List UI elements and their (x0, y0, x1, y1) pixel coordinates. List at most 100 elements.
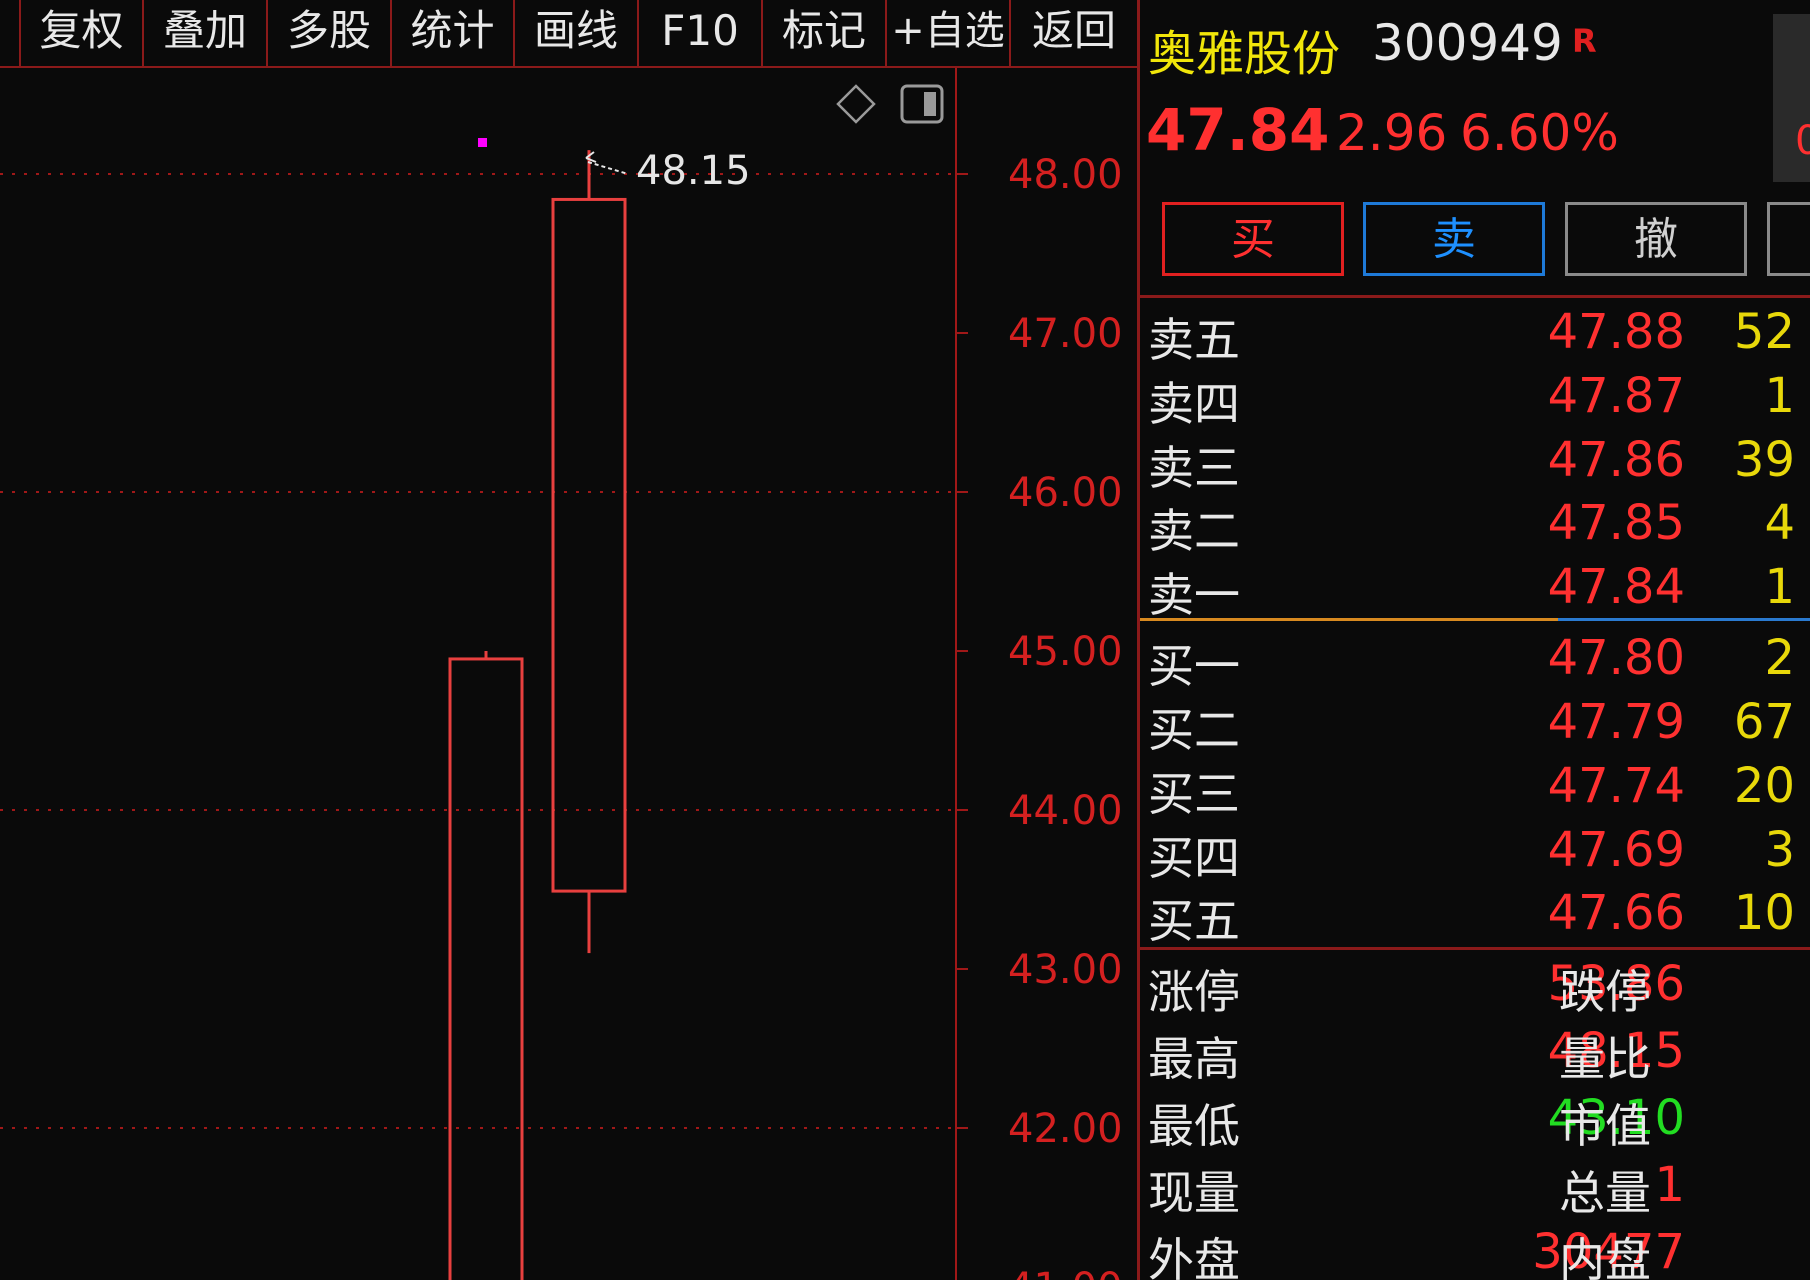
more-actions-button[interactable] (1767, 202, 1810, 276)
stock-flag-badge: R (1572, 22, 1597, 60)
candlestick-chart[interactable]: 48.00 47.00 46.00 45.00 44.00 43.00 42.00 41.00… (0, 68, 1137, 1280)
grid-lines (0, 173, 956, 1129)
stats-top-divider (1140, 947, 1810, 950)
ask-volume: 52 (1733, 304, 1795, 360)
bid-volume: 2 (1764, 630, 1795, 686)
stat-label-secondary: 跌停 (1559, 965, 1651, 1019)
bid-label: 买三 (1148, 767, 1240, 821)
ask-volume: 1 (1764, 559, 1795, 615)
toolbar-back-button[interactable]: 返回 (1011, 0, 1137, 66)
candle-body (551, 197, 627, 893)
bid-label: 买一 (1148, 639, 1240, 693)
ask-row[interactable]: 卖四 47.87 1 (1140, 364, 1810, 431)
signal-marker (478, 138, 487, 147)
last-price: 47.84 (1146, 96, 1330, 164)
spread-divider-left (1140, 618, 1558, 621)
sell-button[interactable]: 卖 (1363, 202, 1545, 276)
stat-label-secondary: 量比 (1559, 1032, 1651, 1086)
candle (448, 651, 524, 1280)
stock-code: 300949 (1372, 14, 1563, 72)
price-axis-ticks: 48.00 47.00 46.00 45.00 44.00 43.00 42.00 41.00 (956, 152, 1123, 1280)
toolbar-f10-button[interactable]: F10 (639, 0, 763, 66)
ask-price: 47.84 (1547, 559, 1685, 615)
ask-price: 47.88 (1547, 304, 1685, 360)
diamond-icon[interactable] (836, 84, 876, 124)
buy-button[interactable]: 买 (1162, 202, 1344, 276)
bid-label: 买五 (1148, 894, 1240, 948)
stock-trading-app: 复权 叠加 多股 统计 画线 F10 标记 +自选 返回 48.00 47.00 4… (0, 0, 1810, 1280)
chart-canvas: 48.00 47.00 46.00 45.00 44.00 43.00 42.00 41.00… (0, 68, 1123, 1280)
candles (448, 150, 627, 1280)
ask-label: 卖一 (1148, 568, 1240, 622)
toolbar-add-watchlist-button[interactable]: +自选 (887, 0, 1011, 66)
candle-body (448, 657, 524, 1280)
ask-volume: 4 (1764, 495, 1795, 551)
price-tick-label: 44.00 (1008, 788, 1123, 834)
toolbar-statistics-button[interactable]: 统计 (392, 0, 515, 66)
ask-row[interactable]: 卖五 47.88 52 (1140, 300, 1810, 367)
stock-name: 奥雅股份 (1148, 26, 1341, 82)
bid-row[interactable]: 买三 47.74 20 (1140, 754, 1810, 821)
toolbar-overlay-button[interactable]: 叠加 (144, 0, 268, 66)
stat-label: 涨停 (1148, 965, 1240, 1019)
bid-row[interactable]: 买二 47.79 67 (1140, 690, 1810, 757)
bid-volume: 67 (1733, 694, 1795, 750)
bid-price: 47.80 (1547, 630, 1685, 686)
bid-row[interactable]: 买一 47.80 2 (1140, 626, 1810, 693)
bid-volume: 20 (1733, 758, 1795, 814)
ask-row[interactable]: 卖二 47.85 4 (1140, 491, 1810, 558)
spread-divider-right (1558, 618, 1810, 621)
toolbar-multi-stock-button[interactable]: 多股 (268, 0, 392, 66)
book-top-divider (1140, 295, 1810, 298)
ask-label: 卖二 (1148, 504, 1240, 558)
ask-volume: 1 (1764, 368, 1795, 424)
ask-price: 47.85 (1547, 495, 1685, 551)
price-change-percent: 6.60% (1460, 104, 1619, 162)
bid-row[interactable]: 买五 47.66 10 (1140, 881, 1810, 948)
ask-volume: 39 (1733, 432, 1795, 488)
stat-row: 最高 48.15 量比 (1140, 1019, 1810, 1086)
ask-row[interactable]: 卖三 47.86 39 (1140, 428, 1810, 495)
bid-price: 47.74 (1547, 758, 1685, 814)
ask-price: 47.86 (1547, 432, 1685, 488)
price-tick-label: 45.00 (1008, 629, 1123, 675)
ask-label: 卖三 (1148, 441, 1240, 495)
toolbar-draw-line-button[interactable]: 画线 (515, 0, 639, 66)
stat-label-secondary: 总量 (1559, 1166, 1651, 1220)
ask-row[interactable]: 卖一 47.84 1 (1140, 555, 1810, 622)
stat-label: 外盘 (1148, 1233, 1240, 1280)
bid-label: 买二 (1148, 703, 1240, 757)
ask-label: 卖五 (1148, 313, 1240, 367)
stat-row: 最低 43.10 市值 (1140, 1086, 1810, 1153)
stat-row: 现量 1 总量 (1140, 1153, 1810, 1220)
bid-price: 47.69 (1547, 822, 1685, 878)
bid-price: 47.79 (1547, 694, 1685, 750)
price-tick-label: 41.00 (1008, 1265, 1123, 1280)
candle (551, 150, 627, 954)
toolbar-mark-button[interactable]: 标记 (763, 0, 887, 66)
stat-row: 外盘 30477 内盘 (1140, 1220, 1810, 1280)
panel-toggle-icon[interactable] (900, 84, 944, 124)
bid-label: 买四 (1148, 831, 1240, 885)
stat-label-secondary: 市值 (1559, 1099, 1651, 1153)
stat-row: 涨停 53.86 跌停 (1140, 952, 1810, 1019)
ask-label: 卖四 (1148, 377, 1240, 431)
bid-row[interactable]: 买四 47.69 3 (1140, 818, 1810, 885)
price-tick-label: 48.00 (1008, 152, 1123, 198)
stat-label-secondary: 内盘 (1559, 1233, 1651, 1280)
price-tick-label: 47.00 (1008, 311, 1123, 357)
quote-panel: 奥雅股份 300949 R 47.84 2.96 6.60% 0 买 卖 撤 卖… (1137, 0, 1810, 1280)
cancel-order-button[interactable]: 撤 (1565, 202, 1747, 276)
side-info-value: 0 (1795, 118, 1810, 164)
price-tick-label: 46.00 (1008, 470, 1123, 516)
stat-label: 最高 (1148, 1032, 1240, 1086)
bid-price: 47.66 (1547, 885, 1685, 941)
toolbar-fuquan-button[interactable]: 复权 (21, 0, 144, 66)
price-tick-label: 43.00 (1008, 947, 1123, 993)
bid-volume: 3 (1764, 822, 1795, 878)
stat-label: 现量 (1148, 1166, 1240, 1220)
price-tick-label: 42.00 (1008, 1106, 1123, 1152)
peak-pointer-icon (585, 151, 629, 175)
stat-label: 最低 (1148, 1099, 1240, 1153)
bid-volume: 10 (1733, 885, 1795, 941)
